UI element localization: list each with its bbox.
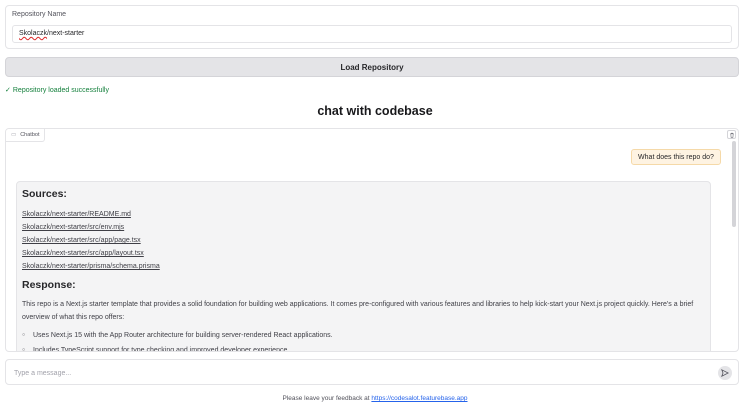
feedback-link[interactable]: https://codesalot.featurebase.app bbox=[371, 395, 467, 402]
page-title: chat with codebase bbox=[317, 104, 433, 118]
source-link[interactable]: Skolaczk/next-starter/prisma/schema.pris… bbox=[22, 260, 705, 273]
source-link[interactable]: Skolaczk/next-starter/src/app/layout.tsx bbox=[22, 247, 705, 260]
chatbot-panel: ▭ Chatbot What does this repo do? Source… bbox=[5, 128, 739, 352]
status-message: ✓ Repository loaded successfully bbox=[5, 86, 109, 95]
message-box bbox=[5, 359, 739, 385]
message-input[interactable] bbox=[14, 365, 704, 381]
bot-message: Sources: Skolaczk/next-starter/README.md… bbox=[16, 181, 711, 351]
check-icon: ✓ bbox=[5, 87, 11, 94]
repository-name-panel: Repository Name Skolaczk/next-starter bbox=[5, 5, 739, 49]
chat-scrollbar[interactable] bbox=[732, 141, 736, 227]
chatbot-tag: ▭ Chatbot bbox=[6, 129, 46, 142]
source-link[interactable]: Skolaczk/next-starter/src/app/page.tsx bbox=[22, 234, 705, 247]
footer-text: Please leave your feedback at bbox=[282, 395, 370, 402]
response-text: This repo is a Next.js starter template … bbox=[22, 301, 694, 321]
sources-list: Skolaczk/next-starter/README.md Skolaczk… bbox=[22, 208, 705, 273]
repository-path-text: /next-starter bbox=[47, 30, 85, 37]
source-link[interactable]: Skolaczk/next-starter/README.md bbox=[22, 208, 705, 221]
chatbot-tag-label: Chatbot bbox=[20, 132, 40, 138]
response-heading: Response: bbox=[22, 279, 76, 291]
trash-icon[interactable] bbox=[727, 130, 736, 139]
user-message: What does this repo do? bbox=[631, 149, 721, 165]
footer: Please leave your feedback at https://co… bbox=[0, 395, 750, 402]
repository-owner-text: Skolaczk bbox=[19, 30, 48, 37]
send-icon[interactable] bbox=[718, 366, 732, 380]
list-item: Uses Next.js 15 with the App Router arch… bbox=[22, 328, 705, 343]
repository-name-label: Repository Name bbox=[12, 11, 67, 18]
status-text: Repository loaded successfully bbox=[12, 86, 109, 94]
list-item: Includes TypeScript support for type che… bbox=[22, 343, 705, 351]
sources-heading: Sources: bbox=[22, 188, 67, 200]
repository-name-input[interactable]: Skolaczk/next-starter bbox=[12, 25, 732, 43]
chat-bubble-icon: ▭ bbox=[11, 132, 17, 138]
source-link[interactable]: Skolaczk/next-starter/src/env.mjs bbox=[22, 221, 705, 234]
load-repository-button[interactable]: Load Repository bbox=[5, 57, 739, 77]
response-bullets: Uses Next.js 15 with the App Router arch… bbox=[22, 328, 705, 351]
